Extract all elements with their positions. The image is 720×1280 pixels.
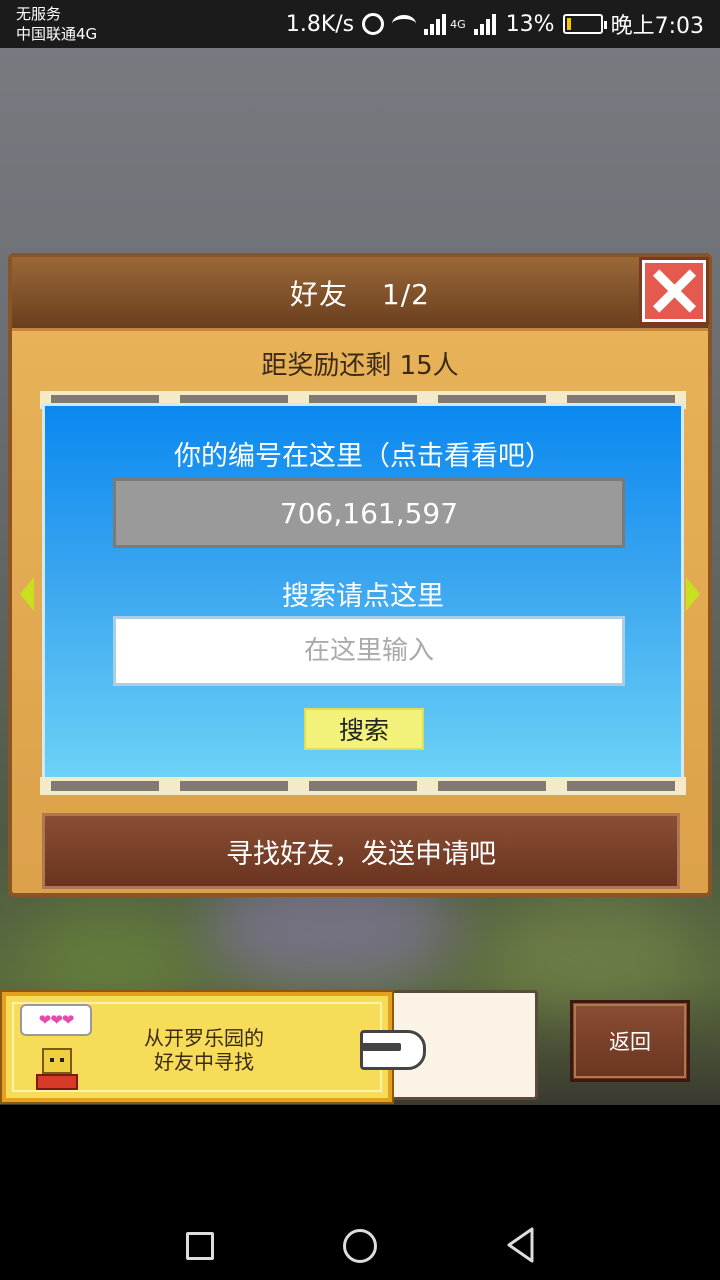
- battery-percent: 13%: [505, 11, 555, 37]
- next-page-arrow-icon[interactable]: [686, 577, 700, 611]
- alarm-icon: [362, 13, 385, 35]
- battery-fill: [566, 18, 571, 30]
- search-button[interactable]: 搜索: [304, 708, 424, 750]
- friend-id-panel: 你的编号在这里（点击看看吧） 706,161,597 搜索请点这里 搜索: [42, 403, 684, 781]
- net-speed: 1.8K/s: [285, 11, 355, 37]
- prev-page-arrow-icon[interactable]: [20, 577, 34, 611]
- carrier-line1: 无服务: [16, 5, 62, 23]
- dialog-title: 好友 1/2: [278, 273, 442, 313]
- pointing-hand-icon: [360, 1030, 426, 1070]
- robot-avatar-icon: ❤❤❤: [20, 1004, 98, 1092]
- my-id-box[interactable]: 706,161,597: [113, 478, 625, 548]
- recent-apps-icon[interactable]: [186, 1232, 214, 1260]
- carrier-info: 无服务 中国联通4G: [16, 4, 97, 44]
- robot-body: [36, 1074, 78, 1090]
- carrier-line2: 中国联通4G: [16, 25, 98, 43]
- status-icons: 1.8K/s 4G 13% 晚上7:03: [285, 10, 704, 40]
- network-type: 4G: [450, 17, 466, 31]
- signal-icon: [424, 13, 448, 35]
- search-caption: 搜索请点这里: [282, 581, 444, 612]
- clock: 晚上7:03: [610, 14, 704, 39]
- close-icon: [652, 269, 696, 313]
- bottom-strip: [40, 777, 686, 795]
- back-button[interactable]: 返回: [570, 1000, 690, 1082]
- dialog-title-text: 好友: [290, 277, 349, 311]
- kairo-park-friends-banner[interactable]: ❤❤❤ 从开罗乐园的 好友中寻找: [0, 990, 394, 1104]
- id-caption: 你的编号在这里（点击看看吧）: [174, 441, 552, 472]
- banner-line2: 好友中寻找: [154, 1050, 254, 1074]
- close-button[interactable]: [639, 257, 709, 325]
- home-icon[interactable]: [343, 1229, 377, 1263]
- back-icon[interactable]: [506, 1227, 536, 1263]
- status-bar: 无服务 中国联通4G 1.8K/s 4G 13% 晚上7:03: [0, 0, 720, 48]
- battery-icon: [562, 14, 607, 34]
- banner-text: 从开罗乐园的 好友中寻找: [104, 1026, 304, 1074]
- find-friends-button[interactable]: 寻找好友，发送申请吧: [42, 813, 680, 889]
- robot-head: [42, 1048, 72, 1074]
- friends-dialog: 好友 1/2 距奖励还剩 15人 你的编号在这里（点击看看吧） 706,161,…: [8, 253, 712, 897]
- dialog-header: 好友 1/2: [12, 257, 709, 331]
- reward-remaining-text: 距奖励还剩 15人: [261, 351, 459, 381]
- signal-icon-2: [473, 13, 498, 35]
- banner-line1: 从开罗乐园的: [144, 1026, 264, 1050]
- page-indicator: 1/2: [381, 277, 430, 311]
- wifi-icon: [392, 15, 417, 33]
- hearts-bubble: ❤❤❤: [20, 1004, 92, 1036]
- search-input[interactable]: [113, 616, 625, 686]
- navigation-bar: [0, 1205, 720, 1280]
